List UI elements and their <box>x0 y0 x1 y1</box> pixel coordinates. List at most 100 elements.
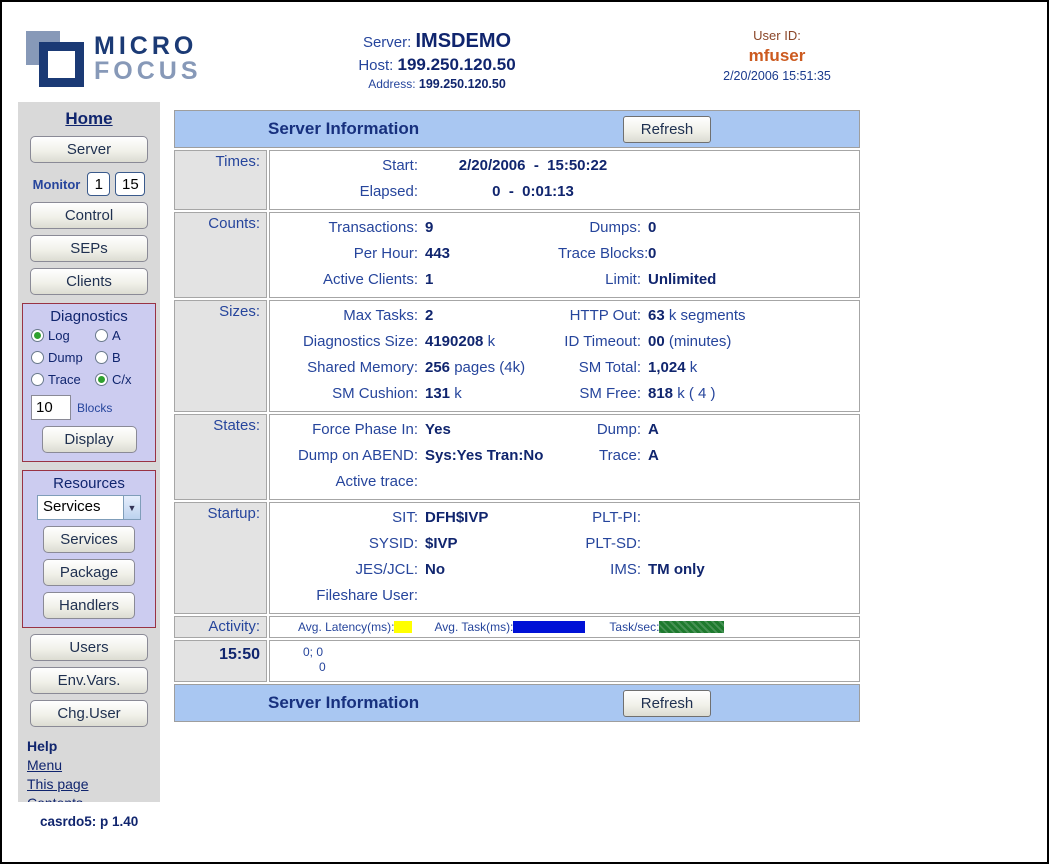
http-out-value: 63 k segments <box>641 303 859 329</box>
session-timestamp: 2/20/2006 15:51:35 <box>682 69 872 83</box>
package-button[interactable]: Package <box>43 559 135 586</box>
chguser-button[interactable]: Chg.User <box>30 700 148 727</box>
trace-state-value: A <box>641 443 859 469</box>
active-clients-value: 1 <box>418 267 558 293</box>
chevron-down-icon[interactable]: ▼ <box>123 496 140 519</box>
elapsed-value: 0 - 0:01:13 <box>418 179 648 205</box>
max-tasks-value: 2 <box>418 303 558 329</box>
ims-value: TM only <box>641 557 859 583</box>
radio-dump[interactable]: Dump <box>31 350 95 365</box>
jes-jcl-value: No <box>418 557 558 583</box>
radio-dump-icon[interactable] <box>31 351 44 364</box>
history-values-line2: 0 <box>319 660 859 675</box>
active-trace-value <box>418 469 558 495</box>
server-information-panel: Server Information Refresh Times: Start:… <box>174 110 860 722</box>
clients-button[interactable]: Clients <box>30 268 148 295</box>
plt-sd-label: PLT-SD: <box>558 531 641 557</box>
handlers-button[interactable]: Handlers <box>43 592 135 619</box>
seps-button[interactable]: SEPs <box>30 235 148 262</box>
radio-b-icon[interactable] <box>95 351 108 364</box>
diagnostics-size-label: Diagnostics Size: <box>270 329 418 355</box>
id-timeout-label: ID Timeout: <box>558 329 641 355</box>
user-id-label: User ID: <box>682 28 872 43</box>
transactions-value: 9 <box>418 215 558 241</box>
micro-focus-logo-icon <box>26 28 84 88</box>
sm-cushion-value: 131 k <box>418 381 558 407</box>
user-id-value: mfuser <box>682 46 872 66</box>
sysid-value: $IVP <box>418 531 558 557</box>
sm-free-value: 818 k ( 4 ) <box>641 381 859 407</box>
help-link-contents[interactable]: Contents <box>27 794 160 802</box>
help-link-menu[interactable]: Menu <box>27 756 160 775</box>
server-name: IMSDEMO <box>415 30 511 52</box>
avg-latency-label: Avg. Latency(ms): <box>298 620 394 634</box>
id-timeout-value: 00 (minutes) <box>641 329 859 355</box>
sm-total-label: SM Total: <box>558 355 641 381</box>
latency-legend-swatch <box>394 621 412 633</box>
activity-history-row: 15:50 0; 0 0 <box>174 640 860 682</box>
control-button[interactable]: Control <box>30 202 148 229</box>
monitor-label: Monitor <box>33 177 81 192</box>
limit-value: Unlimited <box>641 267 859 293</box>
ims-label: IMS: <box>558 557 641 583</box>
diagnostics-size-value: 4190208 k <box>418 329 558 355</box>
jes-jcl-label: JES/JCL: <box>270 557 418 583</box>
dump-state-label: Dump: <box>558 417 641 443</box>
server-button[interactable]: Server <box>30 136 148 163</box>
avg-task-label: Avg. Task(ms): <box>434 620 513 634</box>
radio-trace-icon[interactable] <box>31 373 44 386</box>
per-hour-label: Per Hour: <box>270 241 418 267</box>
radio-b[interactable]: B <box>95 350 147 365</box>
trace-blocks-value: 0 <box>641 241 859 267</box>
sit-value: DFH$IVP <box>418 505 558 531</box>
force-phase-in-label: Force Phase In: <box>270 417 418 443</box>
counts-label: Counts: <box>174 212 267 298</box>
activity-section: Activity: Avg. Latency(ms): Avg. Task(ms… <box>174 616 860 638</box>
radio-log-icon[interactable] <box>31 329 44 342</box>
blocks-label: Blocks <box>77 401 112 415</box>
radio-cx[interactable]: C/x <box>95 372 147 387</box>
radio-a[interactable]: A <box>95 328 147 343</box>
start-value: 2/20/2006 - 15:50:22 <box>418 153 648 179</box>
plt-pi-value <box>641 505 859 531</box>
address-value: 199.250.120.50 <box>419 77 506 91</box>
blocks-input[interactable] <box>31 395 71 420</box>
bottom-banner: Server Information Refresh <box>174 684 860 722</box>
users-button[interactable]: Users <box>30 634 148 661</box>
help-block: Help Menu This page Contents <box>27 737 160 802</box>
monitor-interval-input[interactable] <box>87 172 110 196</box>
radio-trace[interactable]: Trace <box>31 372 95 387</box>
help-link-this-page[interactable]: This page <box>27 775 160 794</box>
micro-focus-logo: MICRO FOCUS <box>26 28 202 88</box>
home-link[interactable]: Home <box>18 109 160 129</box>
refresh-button[interactable]: Refresh <box>623 116 711 143</box>
logo-word-micro: MICRO <box>94 34 202 59</box>
dumps-value: 0 <box>641 215 859 241</box>
fileshare-user-label: Fileshare User: <box>270 583 418 609</box>
services-button[interactable]: Services <box>43 526 135 553</box>
resources-panel: Resources Services ▼ Services Package Ha… <box>22 470 156 628</box>
monitor-count-input[interactable] <box>115 172 145 196</box>
radio-cx-icon[interactable] <box>95 373 108 386</box>
elapsed-label: Elapsed: <box>270 179 418 205</box>
sysid-label: SYSID: <box>270 531 418 557</box>
display-button[interactable]: Display <box>42 426 137 453</box>
fileshare-user-value <box>418 583 558 609</box>
user-identity: User ID: mfuser 2/20/2006 15:51:35 <box>682 28 872 83</box>
envvars-button[interactable]: Env.Vars. <box>30 667 148 694</box>
sizes-label: Sizes: <box>174 300 267 412</box>
sizes-section: Sizes: Max Tasks: 2 HTTP Out: 63 k segme… <box>174 300 860 412</box>
resources-dropdown[interactable]: Services ▼ <box>37 495 141 520</box>
diagnostics-title: Diagnostics <box>23 308 155 325</box>
history-values-line1: 0; 0 <box>303 645 859 660</box>
dump-on-abend-label: Dump on ABEND: <box>270 443 418 469</box>
task-per-sec-bar <box>659 621 724 633</box>
plt-pi-label: PLT-PI: <box>558 505 641 531</box>
radio-log[interactable]: Log <box>31 328 95 343</box>
task-legend-bar <box>513 621 585 633</box>
limit-label: Limit: <box>558 267 641 293</box>
radio-a-icon[interactable] <box>95 329 108 342</box>
bottom-page-title: Server Information <box>268 693 419 713</box>
task-per-sec-label: Task/sec: <box>609 620 659 634</box>
bottom-refresh-button[interactable]: Refresh <box>623 690 711 717</box>
